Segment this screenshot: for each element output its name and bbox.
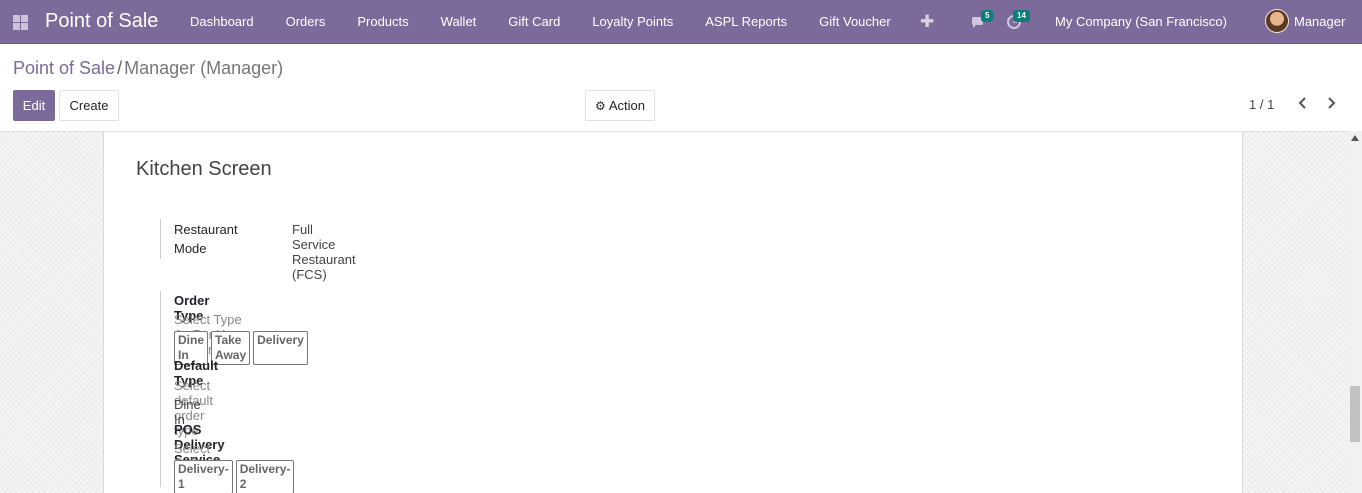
scrollbar-thumb[interactable] bbox=[1350, 386, 1360, 442]
plus-icon[interactable]: ✚ bbox=[920, 12, 934, 32]
restaurant-mode-group: Restaurant Mode Full Service Restaurant … bbox=[160, 219, 356, 282]
apps-menu-icon[interactable] bbox=[13, 15, 28, 30]
delivery-service-tag: Delivery-1 bbox=[174, 460, 233, 493]
scroll-up-arrow-icon[interactable] bbox=[1351, 135, 1359, 141]
restaurant-mode-value: Full Service Restaurant (FCS) bbox=[292, 222, 356, 282]
breadcrumb: Point of Sale / Manager (Manager) bbox=[13, 58, 283, 79]
menu-item-loyalty-points[interactable]: Loyalty Points bbox=[576, 0, 689, 44]
breadcrumb-current: Manager (Manager) bbox=[124, 58, 284, 78]
menu-item-orders[interactable]: Orders bbox=[270, 0, 342, 44]
form-sheet: Kitchen Screen Restaurant Mode Full Serv… bbox=[103, 132, 1243, 493]
chevron-right-icon[interactable] bbox=[1326, 96, 1336, 113]
menu-item-gift-card[interactable]: Gift Card bbox=[492, 0, 576, 44]
menu-item-wallet[interactable]: Wallet bbox=[425, 0, 493, 44]
gear-icon: ⚙ bbox=[595, 98, 606, 113]
create-button[interactable]: Create bbox=[59, 90, 119, 121]
form-content-area: Kitchen Screen Restaurant Mode Full Serv… bbox=[0, 131, 1362, 493]
breadcrumb-separator: / bbox=[117, 58, 123, 78]
order-type-tag: Delivery bbox=[253, 331, 308, 365]
delivery-service-tags: Delivery-1 Delivery-2 bbox=[174, 460, 295, 493]
edit-button[interactable]: Edit bbox=[13, 90, 55, 121]
messages-badge: 5 bbox=[981, 10, 994, 22]
delivery-service-tag: Delivery-2 bbox=[235, 460, 295, 493]
chevron-left-icon[interactable] bbox=[1298, 96, 1308, 113]
menu-item-products[interactable]: Products bbox=[341, 0, 424, 44]
top-navbar: Point of Sale Dashboard Orders Products … bbox=[0, 0, 1362, 44]
restaurant-mode-label: Restaurant Mode bbox=[174, 222, 238, 256]
section-title: Kitchen Screen bbox=[136, 158, 272, 180]
menu-item-aspl-reports[interactable]: ASPL Reports bbox=[689, 0, 803, 44]
app-brand[interactable]: Point of Sale bbox=[45, 10, 158, 33]
menu-item-dashboard[interactable]: Dashboard bbox=[174, 0, 270, 44]
action-button[interactable]: ⚙ Action bbox=[585, 90, 655, 121]
user-avatar[interactable] bbox=[1265, 9, 1289, 33]
order-settings-group: Order Type Select Type As Per Your Requi… bbox=[160, 291, 308, 493]
user-menu[interactable]: Manager bbox=[1294, 14, 1345, 29]
company-switcher[interactable]: My Company (San Francisco) bbox=[1055, 14, 1227, 29]
breadcrumb-root-link[interactable]: Point of Sale bbox=[13, 58, 115, 78]
action-button-label: Action bbox=[608, 98, 645, 113]
menu-item-gift-voucher[interactable]: Gift Voucher bbox=[803, 0, 907, 44]
pager-value[interactable]: 1 / 1 bbox=[1249, 97, 1274, 112]
main-menu: Dashboard Orders Products Wallet Gift Ca… bbox=[174, 0, 907, 44]
activities-badge: 14 bbox=[1013, 10, 1030, 22]
vertical-scrollbar[interactable] bbox=[1348, 131, 1362, 493]
